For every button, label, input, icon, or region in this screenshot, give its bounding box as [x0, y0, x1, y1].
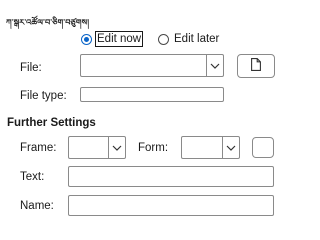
document-icon [251, 58, 261, 74]
panel-title: ཀ་སྒར་འཚོལ་བ་ཅིག་བཙུགས། [6, 18, 90, 27]
text-label: Text: [20, 171, 45, 183]
chevron-down-icon[interactable] [206, 55, 223, 76]
file-type-field [80, 87, 224, 102]
file-combobox[interactable] [80, 54, 224, 77]
file-value [81, 55, 206, 76]
name-input[interactable] [68, 195, 274, 216]
name-label: Name: [20, 200, 54, 212]
form-combobox[interactable] [181, 136, 240, 159]
chevron-down-icon[interactable] [222, 137, 239, 158]
frame-value [69, 137, 108, 158]
chevron-down-icon[interactable] [108, 137, 125, 158]
browse-file-button[interactable] [237, 54, 275, 78]
form-value [182, 137, 222, 158]
radio-indicator-checked [81, 33, 92, 45]
further-settings-heading: Further Settings [7, 117, 96, 129]
radio-indicator [158, 33, 169, 45]
edit-now-radio[interactable]: Edit now [81, 31, 144, 47]
file-type-label: File type: [20, 90, 67, 102]
edit-later-radio[interactable]: Edit later [158, 32, 220, 46]
insert-object-panel: ཀ་སྒར་འཚོལ་བ་ཅིག་བཙུགས། Edit now Edit la… [0, 0, 284, 223]
edit-now-label: Edit now [94, 31, 144, 47]
frame-label: Frame: [20, 142, 57, 154]
form-options-button[interactable] [252, 137, 274, 158]
form-label: Form: [138, 142, 169, 154]
text-input[interactable] [68, 166, 274, 187]
edit-later-label: Edit later [174, 33, 220, 45]
file-label: File: [20, 62, 42, 74]
frame-combobox[interactable] [68, 136, 126, 159]
